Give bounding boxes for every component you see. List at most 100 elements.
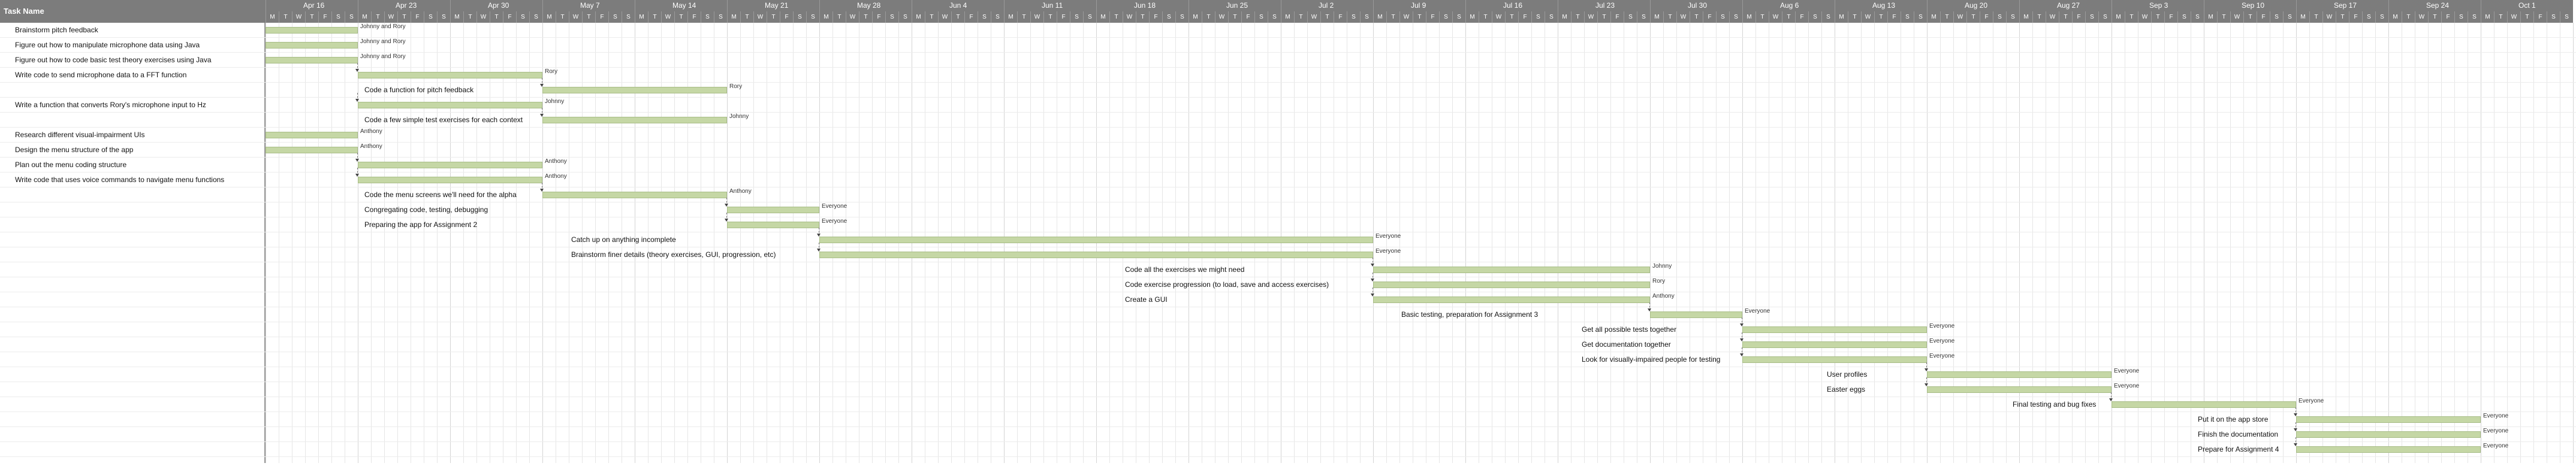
task-row[interactable]: Brainstorm pitch feedback Johnny and Rory [0, 23, 2576, 38]
assignee-label: Everyone [1376, 233, 1401, 240]
task-name[interactable]: Basic testing, preparation for Assignmen… [1401, 307, 1538, 322]
task-bar[interactable] [2296, 416, 2481, 423]
task-bar[interactable] [1927, 386, 2112, 393]
task-row[interactable]: Prepare for Assignment 4 Everyone [0, 437, 2576, 457]
task-bar[interactable] [819, 252, 1373, 258]
day-label: S [806, 11, 819, 23]
task-row[interactable]: Code the menu screens we'll need for the… [0, 183, 2576, 202]
task-name[interactable]: Congregating code, testing, debugging [364, 202, 488, 217]
task-name[interactable]: Design the menu structure of the app [15, 143, 133, 158]
task-name[interactable]: Code the menu screens we'll need for the… [364, 187, 517, 202]
task-name[interactable]: Preparing the app for Assignment 2 [364, 217, 477, 232]
task-bar[interactable] [266, 132, 358, 138]
task-bar[interactable] [358, 177, 542, 183]
task-bar[interactable] [1373, 296, 1650, 303]
task-name[interactable]: Code a function for pitch feedback [364, 83, 473, 98]
task-bar[interactable] [266, 147, 358, 153]
task-name[interactable]: Code all the exercises we might need [1125, 262, 1244, 277]
task-bar[interactable] [358, 72, 542, 78]
task-row[interactable]: Figure out how to manipulate microphone … [0, 38, 2576, 53]
task-name[interactable]: Prepare for Assignment 4 [2198, 442, 2279, 457]
task-row[interactable]: Design the menu structure of the app Anth… [0, 143, 2576, 158]
task-row[interactable]: Plan out the menu coding structure Anthon… [0, 153, 2576, 173]
day-label: T [2428, 11, 2441, 23]
task-name[interactable]: Easter eggs [1827, 382, 1865, 397]
task-name[interactable]: Brainstorm finer details (theory exercis… [571, 247, 776, 262]
task-row[interactable]: Catch up on anything incomplete Everyone [0, 228, 2576, 247]
task-name[interactable]: Get all possible tests together [1582, 322, 1676, 337]
task-bar[interactable] [1742, 326, 1927, 333]
week-label: Jul 30 [1650, 0, 1742, 11]
task-bar[interactable] [358, 162, 542, 168]
task-bar[interactable] [542, 87, 727, 93]
task-bar[interactable] [358, 102, 542, 108]
dependency-connector [2109, 392, 2113, 401]
task-bar[interactable] [2112, 401, 2296, 408]
task-name[interactable]: Write a function that converts Rory's mi… [15, 98, 206, 113]
week-label: Jun 25 [1189, 0, 1281, 11]
task-name[interactable]: Code exercise progression (to load, save… [1125, 277, 1329, 292]
task-bar[interactable] [1373, 282, 1650, 288]
task-name[interactable]: Final testing and bug fixes [2013, 397, 2096, 412]
task-row[interactable]: Finish the documentation Everyone [0, 422, 2576, 442]
task-row[interactable]: Easter eggs Everyone [0, 377, 2576, 397]
task-name[interactable]: Plan out the menu coding structure [15, 158, 126, 173]
day-label: T [1017, 11, 1030, 23]
task-bar[interactable] [727, 222, 819, 228]
task-name[interactable]: Get documentation together [1582, 337, 1671, 352]
day-label: S [1162, 11, 1175, 23]
task-row[interactable]: Look for visually-impaired people for te… [0, 347, 2576, 367]
task-row[interactable]: Get all possible tests together Everyone [0, 317, 2576, 337]
task-row[interactable]: Create a GUI Anthony [0, 288, 2576, 307]
week-label: Sep 3 [2112, 0, 2204, 11]
task-bar[interactable] [1373, 267, 1650, 273]
day-label: M [1004, 11, 1017, 23]
task-bar[interactable] [266, 57, 358, 63]
task-row[interactable]: Write code that uses voice commands to n… [0, 168, 2576, 187]
task-bar[interactable] [542, 117, 727, 123]
task-name[interactable]: Write code to send microphone data to a … [15, 68, 186, 83]
task-row[interactable]: Code a function for pitch feedback Rory [0, 78, 2576, 98]
task-bar[interactable] [266, 27, 358, 34]
task-bar[interactable] [1742, 356, 1927, 363]
day-label: M [1281, 11, 1294, 23]
task-name[interactable]: Code a few simple test exercises for eac… [364, 113, 523, 128]
task-row[interactable]: Code a few simple test exercises for eac… [0, 108, 2576, 128]
task-name[interactable]: Create a GUI [1125, 292, 1168, 307]
task-name-header[interactable]: Task Name [0, 0, 266, 23]
task-name[interactable]: Figure out how to code basic test theory… [15, 53, 212, 68]
task-row[interactable]: Basic testing, preparation for Assignmen… [0, 302, 2576, 322]
task-row[interactable]: Code exercise progression (to load, save… [0, 273, 2576, 292]
task-row[interactable]: Write a function that converts Rory's mi… [0, 93, 2576, 113]
day-label: F [1518, 11, 1531, 23]
task-bar[interactable] [266, 42, 358, 49]
task-bar[interactable] [2296, 431, 2481, 438]
task-name[interactable]: Finish the documentation [2198, 427, 2278, 442]
task-row[interactable]: Put it on the app store Everyone [0, 407, 2576, 427]
task-row[interactable]: Write code to send microphone data to a … [0, 63, 2576, 83]
task-row[interactable]: Research different visual-impairment UIs… [0, 128, 2576, 143]
task-name[interactable]: Write code that uses voice commands to n… [15, 173, 224, 187]
task-bar[interactable] [2296, 446, 2481, 453]
task-name[interactable]: User profiles [1827, 367, 1867, 382]
task-bar[interactable] [542, 192, 727, 198]
task-row[interactable]: Congregating code, testing, debugging Eve… [0, 198, 2576, 217]
task-name[interactable]: Look for visually-impaired people for te… [1582, 352, 1720, 367]
task-row[interactable]: Get documentation together Everyone [0, 332, 2576, 352]
task-row[interactable]: Code all the exercises we might need John… [0, 258, 2576, 277]
task-row[interactable]: Final testing and bug fixes Everyone [0, 392, 2576, 412]
task-row[interactable]: Figure out how to code basic test theory… [0, 53, 2576, 68]
task-name[interactable]: Brainstorm pitch feedback [15, 23, 98, 38]
task-bar[interactable] [1927, 371, 2112, 378]
task-bar[interactable] [819, 237, 1373, 243]
task-name[interactable]: Catch up on anything incomplete [571, 232, 676, 247]
task-name[interactable]: Put it on the app store [2198, 412, 2268, 427]
task-bar[interactable] [727, 207, 819, 213]
task-row[interactable]: Brainstorm finer details (theory exercis… [0, 243, 2576, 262]
task-bar[interactable] [1742, 341, 1927, 348]
task-row[interactable]: Preparing the app for Assignment 2 Everyo… [0, 213, 2576, 232]
task-row[interactable]: User profiles Everyone [0, 362, 2576, 382]
task-bar[interactable] [1650, 311, 1742, 318]
task-name[interactable]: Research different visual-impairment UIs [15, 128, 145, 143]
task-name[interactable]: Figure out how to manipulate microphone … [15, 38, 200, 53]
